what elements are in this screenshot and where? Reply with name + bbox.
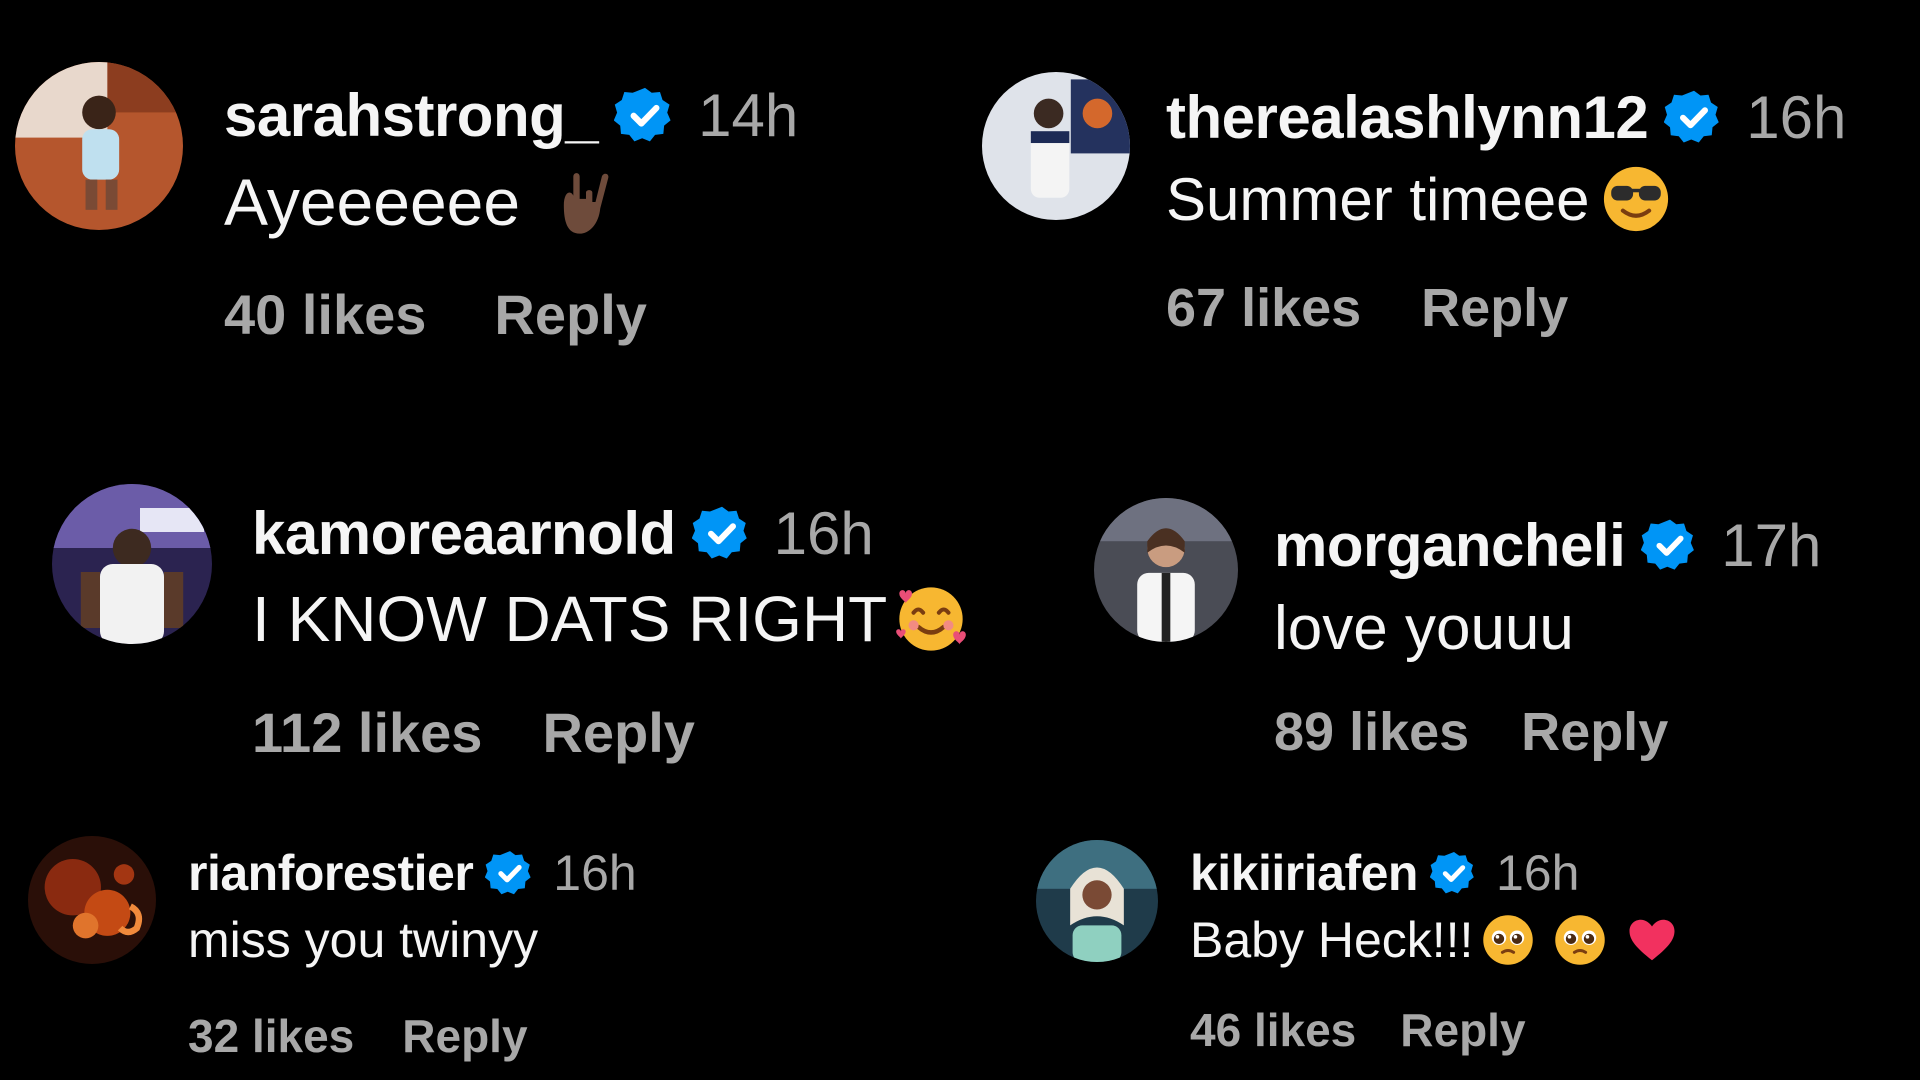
pleading-face-emoji (1481, 913, 1535, 967)
avatar[interactable] (1094, 498, 1238, 642)
like-count[interactable]: 46 likes (1190, 1003, 1356, 1057)
comment-timestamp: 16h (1495, 845, 1580, 901)
verified-badge-icon (1641, 516, 1699, 574)
red-heart-emoji (1625, 913, 1679, 967)
verified-badge-icon (1664, 87, 1724, 147)
reply-button[interactable]: Reply (494, 282, 647, 347)
comment-text: love youuu (1274, 593, 1574, 663)
username[interactable]: therealashlynn12 (1166, 83, 1649, 152)
like-count[interactable]: 40 likes (224, 282, 426, 347)
like-count[interactable]: 67 likes (1166, 277, 1361, 339)
comment-text: Ayeeeeee (224, 165, 521, 239)
comment-timestamp: 16h (773, 499, 874, 567)
verified-badge-icon (485, 848, 535, 898)
comment-text: Summer timeee (1166, 165, 1590, 233)
reply-button[interactable]: Reply (402, 1009, 527, 1063)
ily-hand-emoji (548, 164, 624, 240)
reply-button[interactable]: Reply (1521, 701, 1668, 763)
verified-badge-icon (691, 503, 752, 563)
comment-timestamp: 17h (1721, 511, 1822, 579)
comment-timestamp: 16h (553, 845, 637, 901)
username[interactable]: kikiiriafen (1190, 844, 1418, 902)
verified-badge-icon (1429, 849, 1478, 897)
username[interactable]: sarahstrong_ (224, 81, 599, 150)
avatar[interactable] (15, 62, 183, 230)
avatar[interactable] (52, 484, 212, 644)
like-count[interactable]: 112 likes (252, 700, 482, 765)
avatar[interactable] (28, 836, 156, 964)
reply-button[interactable]: Reply (1400, 1003, 1525, 1057)
verified-badge-icon (614, 84, 676, 146)
reply-button[interactable]: Reply (542, 700, 695, 765)
avatar[interactable] (982, 72, 1130, 220)
username[interactable]: kamoreaarnold (252, 499, 676, 568)
comment-timestamp: 16h (1746, 83, 1847, 151)
pleading-face-emoji (1553, 913, 1607, 967)
username[interactable]: rianforestier (188, 844, 474, 902)
comments-panel: sarahstrong_ 14h Ayeeeeee 40 likes Reply (0, 0, 1920, 1080)
comment-text: Baby Heck!!! (1190, 912, 1474, 968)
avatar[interactable] (1036, 840, 1158, 962)
comment-text: I KNOW DATS RIGHT (252, 583, 888, 655)
like-count[interactable]: 32 likes (188, 1009, 354, 1063)
comment-timestamp: 14h (698, 81, 799, 149)
comment-text: miss you twinyy (188, 912, 539, 968)
smiling-face-with-hearts-emoji (893, 581, 969, 657)
reply-button[interactable]: Reply (1421, 277, 1568, 339)
like-count[interactable]: 89 likes (1274, 701, 1469, 763)
sunglasses-face-emoji (1601, 164, 1671, 234)
username[interactable]: morgancheli (1274, 511, 1626, 580)
